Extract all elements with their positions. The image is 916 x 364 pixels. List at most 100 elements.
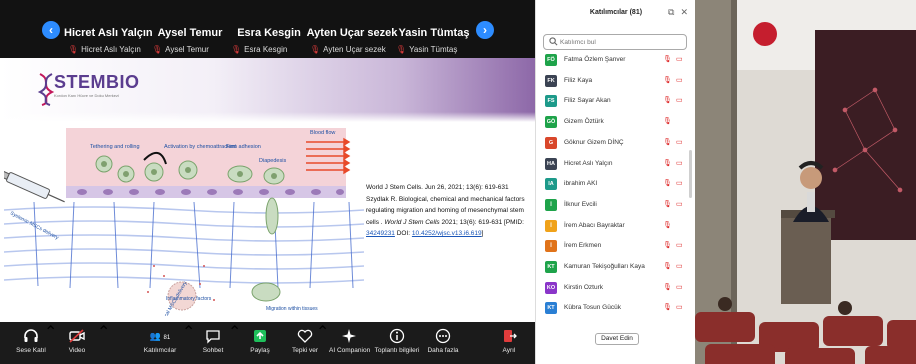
video-off-icon[interactable]: ▭ <box>676 55 683 63</box>
sparkle-icon <box>342 329 356 343</box>
invite-button[interactable]: Davet Edin <box>595 333 639 345</box>
meeting-toolbar: Sese Katıl ⌃ Video ⌃ 👥 81 Katılımcılar ⌃… <box>0 322 535 364</box>
participant-name: Fatma Özlem Şanver <box>564 56 626 63</box>
audio-options-chevron-icon[interactable]: ⌃ <box>44 322 57 342</box>
doi-link[interactable]: 10.4252/wjsc.v13.i6.619 <box>412 230 482 237</box>
muted-mic-icon[interactable]: 🎙︎ <box>663 55 672 63</box>
muted-mic-icon[interactable]: 🎙︎ <box>663 262 672 270</box>
muted-mic-icon[interactable]: 🎙︎ <box>663 221 672 229</box>
participant-row[interactable]: GÖ Gizem Öztürk 🎙︎ <box>536 113 691 133</box>
gallery-next-button[interactable]: › <box>476 21 494 39</box>
avatar: GÖ <box>545 116 557 129</box>
participant-row[interactable]: FS Filiz Sayar Akan 🎙︎ ▭ <box>536 92 691 112</box>
share-button[interactable]: Paylaş <box>246 322 274 364</box>
muted-mic-icon[interactable]: 🎙︎ <box>663 303 672 311</box>
avatar: İ <box>545 219 557 232</box>
participant-row[interactable]: G Göknur Gizem DİNÇ 🎙︎ ▭ <box>536 134 691 154</box>
muted-mic-icon: 🎙 <box>396 45 407 54</box>
tile-name: Esra Kesgin <box>237 27 301 39</box>
msc-homing-diagram: Tethering and rolling Activation by chem… <box>4 128 364 316</box>
meeting-info-button[interactable]: Toplantı bilgileri <box>374 322 420 364</box>
video-off-icon[interactable]: ▭ <box>676 76 683 84</box>
participant-row[interactable]: FÖ Fatma Özlem Şanver 🎙︎ ▭ <box>536 51 691 71</box>
avatar: KO <box>545 281 557 294</box>
ai-companion-button[interactable]: AI Companion <box>329 322 370 364</box>
video-off-icon[interactable]: ▭ <box>676 303 683 311</box>
video-off-icon[interactable]: ▭ <box>676 241 683 249</box>
video-tile[interactable]: Hicret Aslı Yalçın 🎙 Hicret Aslı Yalçın <box>64 18 153 56</box>
systemic-syringe-icon <box>4 170 65 203</box>
muted-mic-icon: 🎙 <box>310 45 321 54</box>
tile-name: Aysel Temur <box>157 27 223 39</box>
participant-row[interactable]: KO Kirstin Ozturk 🎙︎ ▭ <box>536 279 691 299</box>
video-off-icon[interactable]: ▭ <box>676 138 683 146</box>
video-off-icon[interactable]: ▭ <box>676 159 683 167</box>
zoom-meeting-window: ‹ Hicret Aslı Yalçın 🎙 Hicret Aslı Yalçın… <box>0 0 535 364</box>
reactions-options-chevron-icon[interactable]: ⌃ <box>316 322 329 342</box>
chat-icon <box>206 330 220 344</box>
video-off-icon[interactable]: ▭ <box>676 283 683 291</box>
logo-subtitle: Kordon Kanı Hücre ve Doku Merkezi <box>54 93 119 98</box>
popout-icon[interactable]: ⧉ <box>668 7 674 17</box>
participant-row[interactable]: KT Kamuran Tekişoğulları Kaya 🎙︎ ▭ <box>536 258 691 278</box>
chat-options-chevron-icon[interactable]: ⌃ <box>228 322 241 342</box>
participants-options-chevron-icon[interactable]: ⌃ <box>182 322 195 342</box>
tile-label: 🎙 Esra Kesgin <box>231 45 288 54</box>
video-tile[interactable]: Aysel Temur 🎙 Aysel Temur <box>148 18 232 56</box>
participant-row[interactable]: İ İrem Abacı Bayraktar 🎙︎ <box>536 217 691 237</box>
chat-button[interactable]: Sohbet <box>200 322 226 364</box>
video-off-icon[interactable]: ▭ <box>676 179 683 187</box>
participant-list-scrollbar[interactable] <box>689 150 692 198</box>
participants-icon: 👥 81 <box>149 331 171 341</box>
muted-mic-icon[interactable]: 🎙︎ <box>663 241 672 249</box>
muted-mic-icon[interactable]: 🎙︎ <box>663 283 672 291</box>
more-button[interactable]: Daha fazla <box>426 322 460 364</box>
video-off-icon[interactable]: ▭ <box>676 200 683 208</box>
participant-search[interactable] <box>543 34 687 50</box>
participant-name: İrem Erkmen <box>564 242 602 250</box>
muted-mic-icon[interactable]: 🎙︎ <box>663 200 672 208</box>
participant-row[interactable]: KT Kübra Tosun Gücük 🎙︎ ▭ <box>536 299 691 319</box>
gallery-prev-button[interactable]: ‹ <box>42 21 60 39</box>
muted-mic-icon: 🎙 <box>152 45 163 54</box>
join-audio-button[interactable]: Sese Katıl <box>14 322 48 364</box>
muted-mic-icon[interactable]: 🎙︎ <box>663 159 672 167</box>
avatar: G <box>545 136 557 149</box>
video-options-chevron-icon[interactable]: ⌃ <box>97 322 110 342</box>
pmid-link[interactable]: 34249231 <box>366 230 395 237</box>
video-off-icon[interactable]: ▭ <box>676 96 683 104</box>
participant-row[interactable]: FK Filiz Kaya 🎙︎ ▭ <box>536 72 691 92</box>
participant-name: Gizem Öztürk <box>564 118 604 126</box>
participant-name: ibrahim AKI <box>564 180 598 188</box>
video-tile[interactable]: Ayten Uçar sezek 🎙 Ayten Uçar sezek <box>306 18 398 56</box>
leave-door-icon <box>504 330 517 342</box>
participant-name: Hicret Aslı Yalçın <box>564 159 613 167</box>
participant-row[interactable]: İ İrem Erkmen 🎙︎ ▭ <box>536 237 691 257</box>
shared-slide: STEMBIO Kordon Kanı Hücre ve Doku Merkez… <box>0 58 535 322</box>
muted-mic-icon[interactable]: 🎙︎ <box>663 179 672 187</box>
avatar: FÖ <box>545 54 557 66</box>
heart-reaction-icon <box>297 329 313 343</box>
video-tile[interactable]: Yasin Tümtaş 🎙 Yasin Tümtaş <box>392 18 476 56</box>
tile-name: Yasin Tümtaş <box>398 27 470 39</box>
avatar: İ <box>545 240 557 253</box>
video-tile[interactable]: Esra Kesgin 🎙 Esra Kesgin <box>227 18 311 56</box>
label-firm-adhesion: Firm adhesion <box>226 144 261 150</box>
video-off-icon[interactable]: ▭ <box>676 262 683 270</box>
participant-row[interactable]: HA Hicret Aslı Yalçın 🎙︎ ▭ <box>536 155 691 175</box>
participant-list: FÖ Fatma Özlem Şanver 🎙︎ ▭ FK Filiz Kaya 🎙︎ ▭ FS… <box>536 51 696 325</box>
participant-row[interactable]: IA ibrahim AKI 🎙︎ ▭ <box>536 175 691 195</box>
search-input[interactable] <box>560 37 680 48</box>
participant-row[interactable]: İ İlknur Evcili 🎙︎ ▭ <box>536 196 691 216</box>
participants-button[interactable]: 👥 81 Katılımcılar <box>140 322 180 364</box>
leave-button[interactable]: Ayrıl <box>496 322 522 364</box>
video-button[interactable]: Video <box>64 322 90 364</box>
muted-mic-icon[interactable]: 🎙︎ <box>663 117 672 125</box>
muted-mic-icon[interactable]: 🎙︎ <box>663 76 672 84</box>
screen: ‹ Hicret Aslı Yalçın 🎙 Hicret Aslı Yalçın… <box>0 0 916 364</box>
muted-mic-icon[interactable]: 🎙︎ <box>663 96 672 104</box>
close-icon[interactable]: ✕ <box>680 7 688 17</box>
panel-header-actions: ⧉ ✕ <box>662 7 688 18</box>
muted-mic-icon[interactable]: 🎙︎ <box>663 138 672 146</box>
label-blood-flow: Blood flow <box>310 130 335 136</box>
